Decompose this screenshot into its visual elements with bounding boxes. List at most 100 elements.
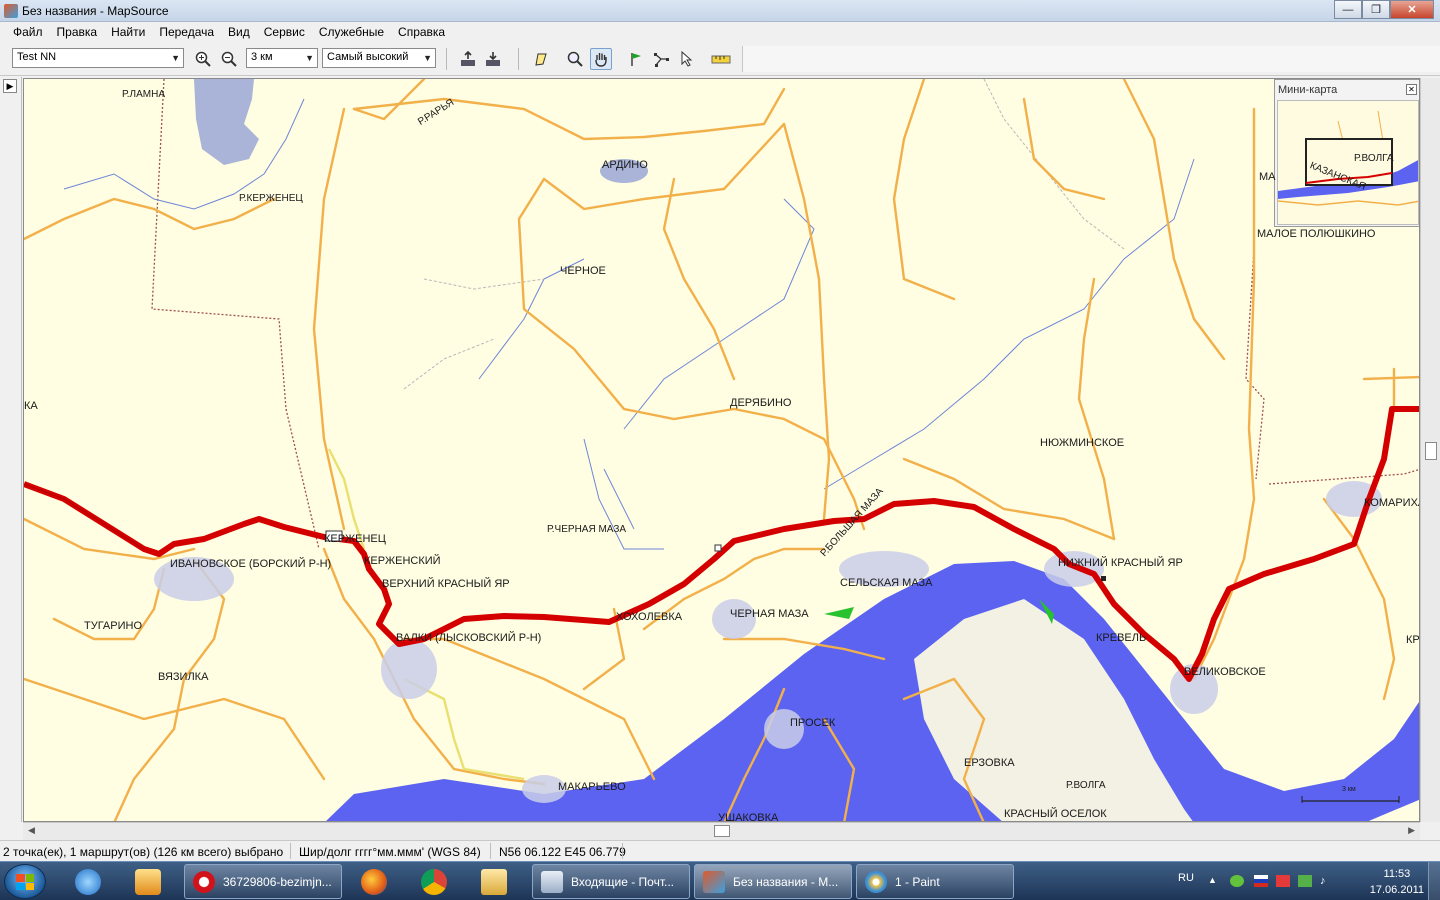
- tray-app-icon[interactable]: [1298, 875, 1312, 887]
- send-to-device-icon[interactable]: [457, 48, 479, 70]
- map-view[interactable]: Р.ЛАМНА Р.РАРЬЯ АРДИНО Р.КЕРЖЕНЕЦ ЧЕРНОЕ…: [23, 78, 1420, 822]
- map-label: ПРОСЕК: [790, 717, 836, 729]
- menu-help[interactable]: Справка: [391, 25, 452, 39]
- map-canvas: [24, 79, 1419, 821]
- firefox-icon[interactable]: [354, 865, 394, 898]
- maximize-button[interactable]: ❐: [1362, 0, 1390, 19]
- map-product-select[interactable]: Test NN ▼: [12, 48, 184, 68]
- select-tool-icon[interactable]: [530, 48, 552, 70]
- map-label: ЧЕРНОЕ: [560, 265, 606, 277]
- menu-bar: Файл Правка Найти Передача Вид Сервис Сл…: [0, 22, 1440, 42]
- map-label: ВЕЛИКОВСКОЕ: [1184, 666, 1266, 678]
- windows-logo-icon: [16, 874, 34, 890]
- chrome-icon[interactable]: [414, 865, 454, 898]
- map-label: ХОХОЛЕВКА: [616, 611, 683, 623]
- coord-format: Шир/долг гггг°мм.ммм' (WGS 84): [299, 845, 481, 859]
- taskbar-item-label: 36729806-bezimjn...: [223, 874, 332, 889]
- mini-map-label: Р.ВОЛГА: [1354, 153, 1394, 164]
- receive-from-device-icon[interactable]: [482, 48, 504, 70]
- media-player-icon[interactable]: [128, 865, 168, 898]
- start-button[interactable]: [4, 864, 46, 899]
- toolbar: Test NN ▼ 3 км ▼ Самый высокий ▼: [0, 42, 1440, 76]
- map-label: МАЛОЕ ПОЛЮШКИНО: [1257, 228, 1376, 240]
- map-label: ТУГАРИНО: [84, 620, 143, 632]
- scroll-left-icon[interactable]: ◀: [28, 825, 35, 836]
- show-desktop-button[interactable]: [1428, 862, 1440, 900]
- clock-time: 11:53: [1383, 868, 1411, 880]
- chevron-down-icon: ▼: [171, 53, 180, 63]
- horizontal-scrollbar[interactable]: ◀ ▶: [23, 822, 1420, 840]
- mini-map-title: Мини-карта: [1278, 84, 1338, 96]
- route-tool-icon[interactable]: [650, 48, 672, 70]
- menu-transfer[interactable]: Передача: [152, 25, 221, 39]
- cursor-coordinates: N56 06.122 E45 06.779: [499, 845, 626, 859]
- scrollbar-thumb[interactable]: [714, 825, 730, 837]
- taskbar-item-paint[interactable]: 1 - Paint: [856, 864, 1014, 899]
- taskbar-item-label: Без названия - M...: [733, 874, 839, 889]
- menu-utilities[interactable]: Служебные: [312, 25, 391, 39]
- internet-explorer-icon[interactable]: [68, 865, 108, 898]
- map-label: КЕРЖЕНЕЦ: [324, 533, 386, 545]
- map-label: ВАЛКИ (ЛЫСКОВСКИЙ Р-Н): [396, 632, 542, 644]
- network-status-icon[interactable]: [1230, 875, 1244, 887]
- expand-panel-icon[interactable]: ▶: [3, 79, 17, 93]
- menu-file[interactable]: Файл: [6, 25, 50, 39]
- map-product-value: Test NN: [17, 51, 57, 63]
- zoom-scale-value: 3 км: [251, 51, 273, 63]
- zoom-out-icon[interactable]: [218, 48, 240, 70]
- opera-icon: [193, 870, 215, 893]
- map-label: КРАСНЫЙ ОСЕЛОК: [1004, 808, 1107, 820]
- tray-app-icon[interactable]: [1276, 875, 1290, 887]
- menu-service[interactable]: Сервис: [257, 25, 312, 39]
- taskbar-item-mail[interactable]: Входящие - Почт...: [532, 864, 690, 899]
- menu-edit[interactable]: Правка: [50, 25, 105, 39]
- title-bar: Без названия - MapSource — ❐ ✕: [0, 0, 1440, 22]
- volume-icon[interactable]: ♪: [1320, 875, 1334, 887]
- map-label: Р.ЛАМНА: [122, 89, 166, 100]
- measure-ruler-icon[interactable]: [710, 48, 732, 70]
- map-label: КА: [24, 400, 38, 412]
- cursor-arrow-icon[interactable]: [676, 48, 698, 70]
- pan-hand-icon[interactable]: [590, 48, 612, 70]
- vertical-scrollbar[interactable]: [1420, 78, 1440, 822]
- map-label: ВЕРХНИЙ КРАСНЫЙ ЯР: [382, 578, 510, 590]
- selection-status: 2 точка(ек), 1 маршрут(ов) (126 км всего…: [3, 845, 284, 859]
- scroll-right-icon[interactable]: ▶: [1408, 825, 1415, 836]
- clock[interactable]: 11:53 17.06.2011: [1370, 866, 1424, 898]
- zoom-in-icon[interactable]: [192, 48, 214, 70]
- language-indicator[interactable]: RU: [1178, 872, 1194, 884]
- mapsource-app-icon: [4, 4, 18, 18]
- left-panel-collapsed: ▶: [0, 77, 22, 822]
- zoom-tool-icon[interactable]: [564, 48, 586, 70]
- mini-map-view[interactable]: Р.ВОЛГА КАЗАНСКАЯ: [1277, 100, 1419, 225]
- mapsource-icon: [703, 870, 725, 893]
- detail-level-value: Самый высокий: [327, 51, 409, 63]
- taskbar-item-label: 1 - Paint: [895, 874, 940, 889]
- map-label: КОМАРИХА: [1364, 497, 1420, 509]
- map-label: Р.ЧЕРНАЯ МАЗА: [547, 524, 627, 535]
- show-hidden-icons-icon[interactable]: ▲: [1208, 875, 1222, 887]
- status-bar: 2 точка(ек), 1 маршрут(ов) (126 км всего…: [0, 840, 1440, 861]
- map-label: МАКАРЬЕВО: [558, 781, 626, 793]
- map-label: ВЯЗИЛКА: [158, 671, 209, 683]
- close-button[interactable]: ✕: [1390, 0, 1434, 19]
- zoom-scale-select[interactable]: 3 км ▼: [246, 48, 318, 68]
- detail-level-select[interactable]: Самый высокий ▼: [322, 48, 436, 68]
- toolbar-empty-area: [742, 46, 1440, 72]
- scrollbar-thumb[interactable]: [1425, 442, 1437, 460]
- waypoint-flag-icon[interactable]: [625, 48, 647, 70]
- menu-find[interactable]: Найти: [104, 25, 152, 39]
- map-label: НЮЖМИНСКОЕ: [1040, 437, 1125, 449]
- menu-view[interactable]: Вид: [221, 25, 257, 39]
- minimize-button[interactable]: —: [1334, 0, 1362, 19]
- map-label: ЧЕРНАЯ МАЗА: [730, 608, 809, 620]
- mini-map[interactable]: Мини-карта ✕ Р.ВОЛГА КАЗАНСКАЯ: [1274, 79, 1419, 227]
- taskbar-item-opera[interactable]: 36729806-bezimjn...: [184, 864, 342, 899]
- taskbar-item-mapsource[interactable]: Без названия - M...: [694, 864, 852, 899]
- file-explorer-icon[interactable]: [474, 865, 514, 898]
- status-divider: [622, 843, 623, 859]
- close-icon[interactable]: ✕: [1406, 84, 1417, 95]
- chevron-down-icon: ▼: [423, 53, 432, 63]
- keyboard-layout-flag-icon[interactable]: [1254, 875, 1268, 887]
- toolbar-separator: [446, 48, 447, 70]
